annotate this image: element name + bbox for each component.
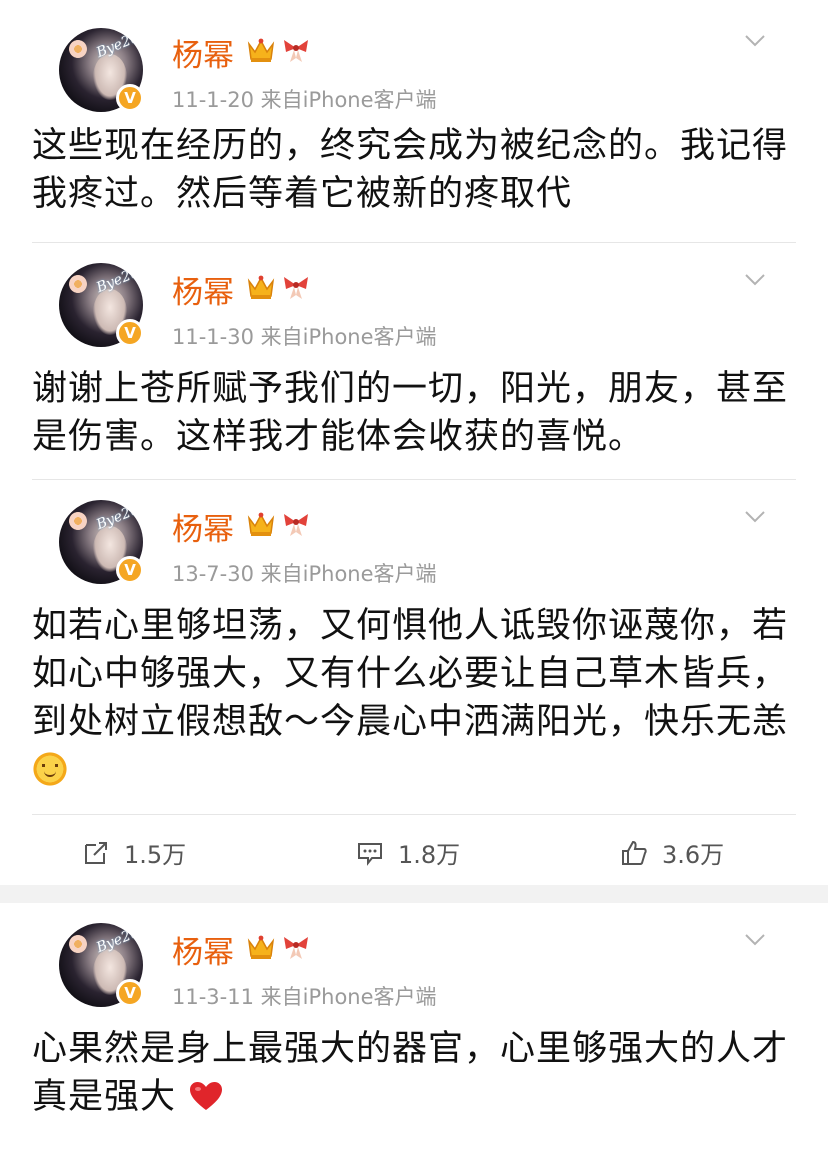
post-actions-bar: 1.5万 1.8万 3.6万	[32, 814, 796, 885]
post-meta: 13-7-30 来自iPhone客户端	[172, 562, 437, 586]
flower-decoration	[69, 935, 87, 953]
comment-button[interactable]: 1.8万	[356, 835, 460, 870]
like-count: 3.6万	[662, 841, 725, 869]
flower-decoration	[69, 275, 87, 293]
post-header: Bye2020 V 杨幂 11-3-11 来自iPhone客户端	[32, 903, 796, 1013]
author-name[interactable]: 杨幂	[172, 30, 234, 75]
post-text: 这些现在经历的，终究会成为被纪念的。我记得我疼过。然后等着它被新的疼取代	[32, 126, 789, 214]
post-meta: 11-1-30 来自iPhone客户端	[172, 325, 437, 349]
heart-emoji-icon	[190, 1082, 223, 1110]
comment-count: 1.8万	[398, 841, 461, 869]
post-text: 心果然是身上最强大的器官，心里够强大的人才真是强大	[32, 1013, 796, 1121]
author-name[interactable]: 杨幂	[172, 267, 234, 312]
bow-icon	[284, 40, 308, 62]
bow-icon	[284, 937, 308, 959]
feed-separator	[0, 885, 828, 903]
weibo-post: Bye2020 V 杨幂 11-1-20 来自iPhone客户端 这些现在经历的…	[0, 0, 828, 218]
flower-decoration	[69, 512, 87, 530]
avatar-caption: Bye2020	[94, 923, 143, 957]
verified-badge-icon: V	[116, 84, 144, 112]
weibo-post: Bye2020 V 杨幂 11-1-30 来自iPhone客户端 谢谢上苍所赋予…	[0, 243, 828, 461]
chevron-down-icon[interactable]	[744, 34, 766, 48]
post-header: Bye2020 V 杨幂 11-1-30 来自iPhone客户端	[32, 243, 796, 353]
author-name[interactable]: 杨幂	[172, 927, 234, 972]
chevron-down-icon[interactable]	[744, 273, 766, 287]
like-button[interactable]: 3.6万	[620, 835, 724, 870]
thumbs-up-icon	[622, 840, 647, 865]
weibo-post: Bye2020 V 杨幂 11-3-11 来自iPhone客户端 心果然是身上最…	[0, 903, 828, 1121]
repost-button[interactable]: 1.5万	[82, 835, 186, 870]
avatar-caption: Bye2020	[94, 28, 143, 62]
post-header: Bye2020 V 杨幂 11-1-20 来自iPhone客户端	[32, 0, 796, 112]
post-text: 谢谢上苍所赋予我们的一切，阳光，朋友，甚至是伤害。这样我才能体会收获的喜悦。	[32, 369, 789, 457]
flower-decoration	[69, 40, 87, 58]
crown-icon	[247, 512, 275, 536]
post-text: 如若心里够坦荡，又何惧他人诋毁你诬蔑你，若如心中够强大，又有什么必要让自己草木皆…	[32, 590, 796, 794]
bow-icon	[284, 514, 308, 536]
post-text-content: 如若心里够坦荡，又何惧他人诋毁你诬蔑你，若如心中够强大，又有什么必要让自己草木皆…	[32, 606, 789, 742]
verified-badge-icon: V	[116, 556, 144, 584]
crown-icon	[247, 935, 275, 959]
crown-icon	[247, 38, 275, 62]
chevron-down-icon[interactable]	[744, 510, 766, 524]
weibo-post: Bye2020 V 杨幂 13-7-30 来自iPhone客户端 如若心里够坦荡…	[0, 480, 828, 794]
smiling-sun-emoji-icon	[32, 751, 68, 787]
crown-icon	[247, 275, 275, 299]
post-meta: 11-3-11 来自iPhone客户端	[172, 985, 437, 1009]
comment-icon	[358, 842, 382, 866]
author-name[interactable]: 杨幂	[172, 504, 234, 549]
avatar-caption: Bye2020	[94, 500, 143, 534]
verified-badge-icon: V	[116, 979, 144, 1007]
chevron-down-icon[interactable]	[744, 933, 766, 947]
avatar-caption: Bye2020	[94, 263, 143, 297]
bow-icon	[284, 277, 308, 299]
repost-count: 1.5万	[124, 841, 187, 869]
post-meta: 11-1-20 来自iPhone客户端	[172, 88, 437, 112]
post-text-content: 心果然是身上最强大的器官，心里够强大的人才真是强大	[32, 1029, 789, 1117]
verified-badge-icon: V	[116, 319, 144, 347]
repost-icon	[85, 841, 107, 864]
post-header: Bye2020 V 杨幂 13-7-30 来自iPhone客户端	[32, 480, 796, 590]
